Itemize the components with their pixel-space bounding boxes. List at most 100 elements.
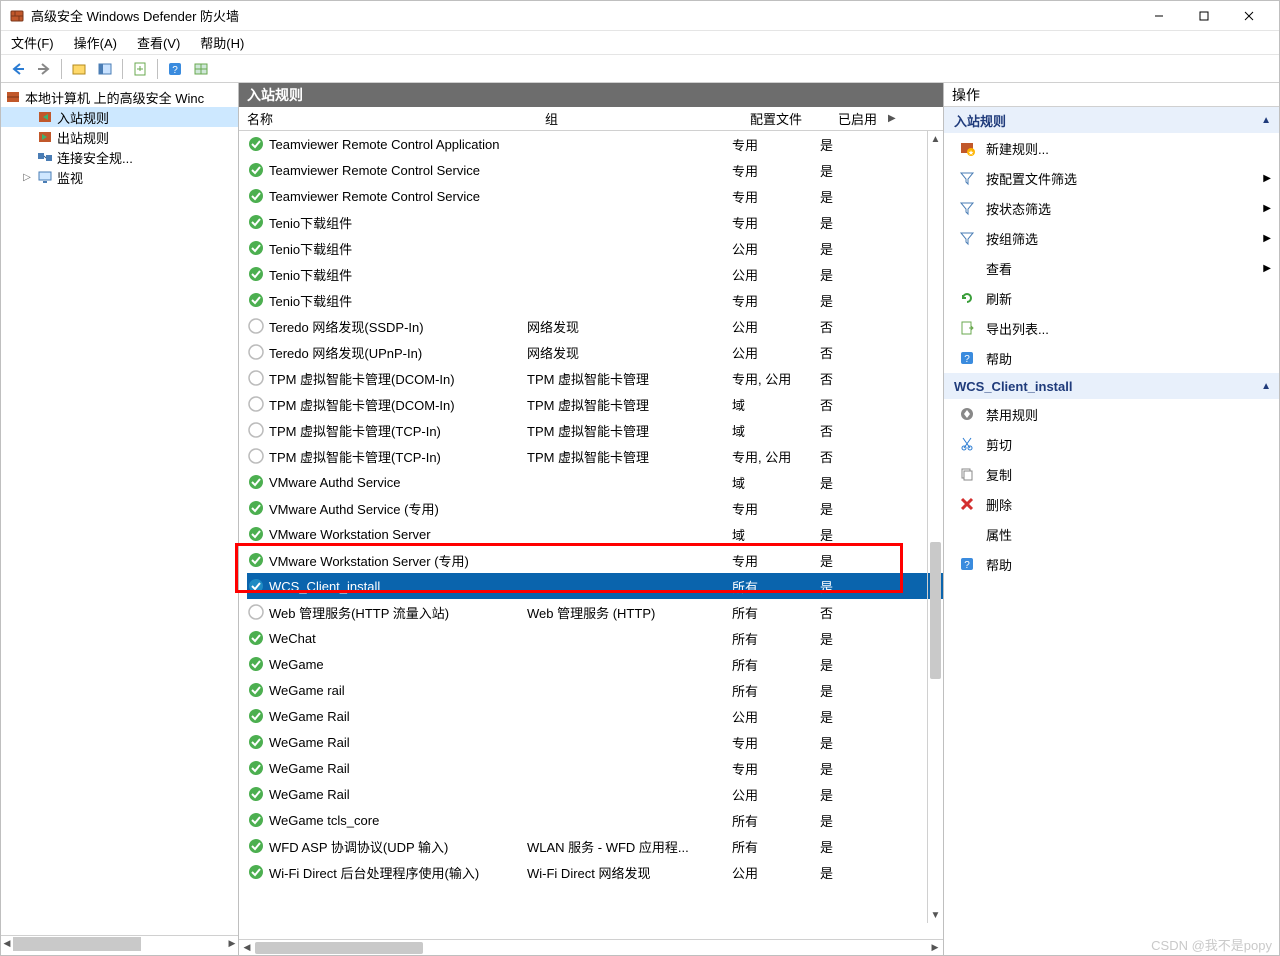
rule-row[interactable]: Web 管理服务(HTTP 流量入站)Web 管理服务 (HTTP)所有否: [247, 599, 943, 625]
help-icon: ?: [958, 349, 976, 367]
rule-row[interactable]: WeGame tcls_core所有是: [247, 807, 943, 833]
rule-row[interactable]: TPM 虚拟智能卡管理(DCOM-In)TPM 虚拟智能卡管理专用, 公用否: [247, 365, 943, 391]
col-name[interactable]: 名称: [247, 109, 545, 128]
rule-row[interactable]: VMware Workstation Server (专用)专用是: [247, 547, 943, 573]
tree-h-scrollbar[interactable]: ◀ ▶: [1, 935, 238, 951]
svg-text:?: ?: [172, 65, 178, 76]
tree-panel: 本地计算机 上的高级安全 Winc 入站规则出站规则连接安全规...▷监视 ◀ …: [1, 83, 239, 955]
rule-row[interactable]: Tenio下载组件公用是: [247, 235, 943, 261]
tree-item-monitor[interactable]: ▷监视: [1, 167, 238, 187]
rule-row[interactable]: Teredo 网络发现(SSDP-In)网络发现公用否: [247, 313, 943, 339]
rule-row[interactable]: VMware Authd Service域是: [247, 469, 943, 495]
col-group[interactable]: 组: [545, 109, 750, 128]
rule-status-icon: [247, 369, 265, 387]
tree-item-outbound[interactable]: 出站规则: [1, 127, 238, 147]
action-item[interactable]: 刷新: [944, 283, 1279, 313]
col-scroll-right-icon[interactable]: ▶: [888, 113, 906, 124]
rule-row[interactable]: Wi-Fi Direct 后台处理程序使用(输入)Wi-Fi Direct 网络…: [247, 859, 943, 885]
col-profile[interactable]: 配置文件: [750, 109, 838, 128]
toolbar: ?: [1, 55, 1279, 83]
rule-row[interactable]: WeGame rail所有是: [247, 677, 943, 703]
actions-section-selected[interactable]: WCS_Client_install▲: [944, 373, 1279, 399]
rule-row[interactable]: Tenio下载组件专用是: [247, 287, 943, 313]
rule-row[interactable]: Teamviewer Remote Control Application专用是: [247, 131, 943, 157]
toolbar-grid-icon[interactable]: [190, 58, 212, 80]
menu-file[interactable]: 文件(F): [7, 31, 58, 54]
action-item[interactable]: 删除: [944, 489, 1279, 519]
rule-row[interactable]: WFD ASP 协调协议(UDP 输入)WLAN 服务 - WFD 应用程...…: [247, 833, 943, 859]
actions-section-inbound[interactable]: 入站规则▲: [944, 107, 1279, 133]
rule-row[interactable]: WeGame Rail公用是: [247, 703, 943, 729]
rule-status-icon: [247, 291, 265, 309]
action-item[interactable]: 属性: [944, 519, 1279, 549]
rules-panel-title: 入站规则: [239, 83, 943, 107]
maximize-button[interactable]: [1181, 2, 1226, 30]
menu-action[interactable]: 操作(A): [70, 31, 121, 54]
toolbar-panel-icon[interactable]: [94, 58, 116, 80]
rule-row[interactable]: VMware Workstation Server域是: [247, 521, 943, 547]
back-button[interactable]: [7, 58, 29, 80]
tree-item-connection[interactable]: 连接安全规...: [1, 147, 238, 167]
rule-status-icon: [247, 317, 265, 335]
rule-row[interactable]: TPM 虚拟智能卡管理(TCP-In)TPM 虚拟智能卡管理专用, 公用否: [247, 443, 943, 469]
filter-icon: [958, 199, 976, 217]
list-header: 名称 组 配置文件 已启用 ▶: [239, 107, 943, 131]
monitor-icon: [37, 169, 53, 185]
rule-status-icon: [247, 837, 265, 855]
toolbar-help-icon[interactable]: ?: [164, 58, 186, 80]
rule-row[interactable]: Teamviewer Remote Control Service专用是: [247, 183, 943, 209]
rule-row[interactable]: Teredo 网络发现(UPnP-In)网络发现公用否: [247, 339, 943, 365]
rule-row[interactable]: WeGame所有是: [247, 651, 943, 677]
rule-status-icon: [247, 265, 265, 283]
action-item[interactable]: ★新建规则...: [944, 133, 1279, 163]
rule-row[interactable]: Tenio下载组件专用是: [247, 209, 943, 235]
action-item[interactable]: 导出列表...: [944, 313, 1279, 343]
rule-row[interactable]: WeChat所有是: [247, 625, 943, 651]
action-item[interactable]: 剪切: [944, 429, 1279, 459]
title-bar: 高级安全 Windows Defender 防火墙: [1, 1, 1279, 31]
close-button[interactable]: [1226, 2, 1271, 30]
window-title: 高级安全 Windows Defender 防火墙: [31, 6, 239, 25]
rule-row[interactable]: TPM 虚拟智能卡管理(DCOM-In)TPM 虚拟智能卡管理域否: [247, 391, 943, 417]
rule-status-icon: [247, 707, 265, 725]
submenu-arrow-icon: ▶: [1263, 203, 1271, 214]
rules-list[interactable]: Teamviewer Remote Control Application专用是…: [239, 131, 943, 939]
action-item[interactable]: 按组筛选▶: [944, 223, 1279, 253]
action-item[interactable]: 禁用规则: [944, 399, 1279, 429]
rule-status-icon: [247, 785, 265, 803]
forward-button[interactable]: [33, 58, 55, 80]
actions-panel-title: 操作: [944, 83, 1279, 107]
connection-icon: [37, 149, 53, 165]
rule-status-icon: [247, 733, 265, 751]
rule-status-icon: [247, 473, 265, 491]
help-icon: ?: [958, 555, 976, 573]
rule-row[interactable]: VMware Authd Service (专用)专用是: [247, 495, 943, 521]
action-item[interactable]: 按配置文件筛选▶: [944, 163, 1279, 193]
action-item[interactable]: 按状态筛选▶: [944, 193, 1279, 223]
rule-row[interactable]: WeGame Rail专用是: [247, 755, 943, 781]
rules-h-scrollbar[interactable]: ◀ ▶: [239, 939, 943, 955]
tree-item-inbound[interactable]: 入站规则: [1, 107, 238, 127]
toolbar-export-icon[interactable]: [129, 58, 151, 80]
disable-icon: [958, 405, 976, 423]
minimize-button[interactable]: [1136, 2, 1181, 30]
action-item[interactable]: ?帮助: [944, 549, 1279, 579]
tree-root[interactable]: 本地计算机 上的高级安全 Winc: [1, 87, 238, 107]
rule-row[interactable]: WeGame Rail专用是: [247, 729, 943, 755]
action-item[interactable]: 复制: [944, 459, 1279, 489]
firewall-app-icon: [9, 8, 25, 24]
action-item[interactable]: ?帮助: [944, 343, 1279, 373]
rule-row[interactable]: Tenio下载组件公用是: [247, 261, 943, 287]
col-enabled[interactable]: 已启用: [838, 109, 888, 128]
rule-row[interactable]: Teamviewer Remote Control Service专用是: [247, 157, 943, 183]
rule-row[interactable]: WCS_Client_install所有是: [247, 573, 943, 599]
rule-status-icon: [247, 161, 265, 179]
menu-help[interactable]: 帮助(H): [196, 31, 248, 54]
action-item[interactable]: 查看▶: [944, 253, 1279, 283]
toolbar-folder-icon[interactable]: [68, 58, 90, 80]
rule-row[interactable]: TPM 虚拟智能卡管理(TCP-In)TPM 虚拟智能卡管理域否: [247, 417, 943, 443]
menu-view[interactable]: 查看(V): [133, 31, 184, 54]
rule-row[interactable]: WeGame Rail公用是: [247, 781, 943, 807]
filter-icon: [958, 169, 976, 187]
rules-v-scrollbar[interactable]: ▲ ▼: [927, 131, 943, 923]
